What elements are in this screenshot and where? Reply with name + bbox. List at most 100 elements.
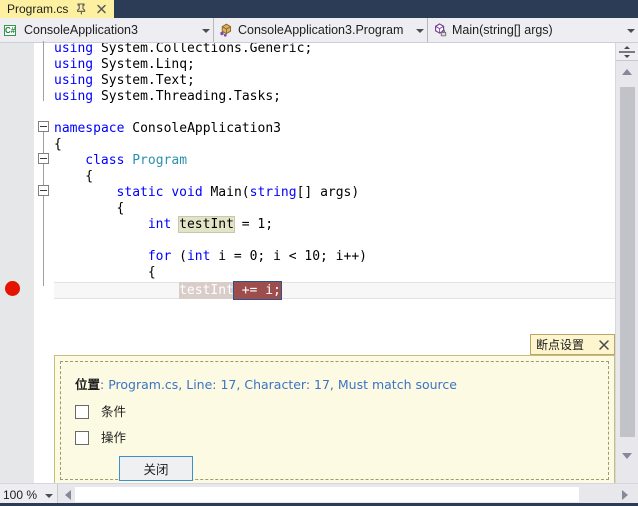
code-token: = 1; [233,217,274,232]
breakpoint-location-value[interactable]: Program.cs, Line: 17, Character: 17, Mus… [108,377,457,392]
code-token: ConsoleApplication3 [124,121,281,136]
breakpoint-condition-row[interactable]: 条件 [75,405,126,419]
code-line: namespace ConsoleApplication3 [54,121,281,137]
code-line: using System.Linq; [54,57,195,73]
code-token: int [147,217,172,232]
code-token: Program [132,153,188,168]
code-token: Main( [202,185,250,200]
horizontal-scrollbar[interactable] [59,484,638,505]
breakpoint-selected-token: += i; [232,281,282,300]
breakpoint-location-row: 位置: Program.cs, Line: 17, Character: 17,… [75,374,457,393]
breakpoint-marker-icon[interactable] [5,281,20,296]
breakpoint-location-label: 位置 [75,377,101,392]
code-token: [] args) [296,185,360,200]
scroll-left-arrow-icon[interactable] [65,490,71,500]
chevron-down-icon[interactable] [624,22,638,38]
breakpoint-action-checkbox[interactable] [75,431,89,445]
code-token: System.Text; [93,73,195,88]
scroll-up-arrow-icon[interactable] [622,69,632,75]
document-tab-label: Program.cs [7,2,69,16]
code-token: int [186,249,211,264]
project-dropdown[interactable]: C# ConsoleApplication3 [0,18,214,42]
breakpoint-location-separator: : [100,377,109,392]
breakpoint-code-line[interactable]: testInt += i; [179,281,282,300]
fold-toggle-method[interactable] [38,185,49,196]
class-icon [218,22,234,38]
code-token: static [116,185,164,200]
code-token: System.Linq; [93,57,195,72]
method-private-icon [432,22,448,38]
breakpoint-action-label: 操作 [101,430,127,445]
breakpoint-settings-title: 断点设置 [536,337,585,352]
breakpoint-condition-checkbox[interactable] [75,405,89,419]
pin-icon[interactable] [75,2,88,16]
code-token: class [85,153,125,168]
code-editor: using System.Collections.Generic; using S… [0,41,638,486]
type-dropdown[interactable]: ConsoleApplication3.Program [214,18,428,42]
fold-guide-line [43,196,44,286]
document-tab-strip: Program.cs [0,0,638,18]
zoom-level-dropdown[interactable]: 100 % [0,484,58,505]
code-line: { [54,137,62,153]
code-line: for (int i = 0; i < 10; i++) [148,249,367,265]
chevron-down-icon[interactable] [413,22,427,38]
code-token: string [249,185,297,200]
csharp-icon: C# [4,25,17,36]
fold-toggle-class[interactable] [38,153,49,164]
breakpoint-close-button[interactable]: 关闭 [119,456,193,481]
breakpoint-gutter[interactable] [0,43,34,483]
breakpoint-highlight-line [54,282,615,299]
code-token: using [54,57,94,72]
fold-guide-line [43,41,44,101]
document-tab-program-cs[interactable]: Program.cs [0,0,116,18]
chevron-down-icon[interactable] [199,22,213,38]
code-token: for [147,249,172,264]
scroll-right-arrow-icon[interactable] [622,490,628,500]
code-token: testInt [178,216,235,233]
code-line: { [85,169,93,185]
code-line: class Program [85,153,187,169]
breakpoint-settings-panel: 位置: Program.cs, Line: 17, Character: 17,… [54,355,615,486]
split-view-button[interactable] [616,43,638,61]
type-dropdown-value: ConsoleApplication3.Program [238,23,404,37]
horizontal-scrollbar-thumb[interactable] [75,487,579,502]
outlining-margin[interactable] [34,41,54,483]
code-line: { [148,265,156,281]
code-line: using System.Threading.Tasks; [54,89,281,105]
breakpoint-action-row[interactable]: 操作 [75,431,126,445]
code-line: using System.Collections.Generic; [54,43,312,57]
breakpoint-condition-label: 条件 [101,404,127,419]
code-token: namespace [54,121,125,136]
vertical-scrollbar[interactable] [615,43,638,483]
navigation-bar: C# ConsoleApplication3 ConsoleApplicatio… [0,18,638,43]
code-token: { [147,265,156,280]
vertical-scrollbar-thumb[interactable] [620,87,635,437]
code-token: { [54,137,62,152]
zoom-level-value: 100 % [3,487,38,502]
breakpoint-variable-token: testInt [179,282,234,299]
scroll-down-arrow-icon[interactable] [622,453,632,459]
code-token: using [54,43,94,56]
code-line: static void Main(string[] args) [117,185,360,201]
code-token: using [54,89,94,104]
member-dropdown-value: Main(string[] args) [452,23,553,37]
code-line: { [117,201,125,217]
code-token: { [116,201,125,216]
code-token: System.Collections.Generic; [93,43,313,56]
fold-toggle-namespace[interactable] [38,121,49,132]
close-icon[interactable] [596,337,612,353]
code-line: int testInt = 1; [147,216,274,233]
code-token: System.Threading.Tasks; [93,89,281,104]
code-token: using [54,73,94,88]
code-token: { [85,169,94,184]
code-token: i = 0; i < 10; i++) [210,249,367,264]
breakpoint-settings-header: 断点设置 [530,334,615,355]
code-line: using System.Text; [54,73,195,89]
close-icon[interactable] [95,2,108,16]
code-token: ( [171,249,187,264]
code-token: void [171,185,203,200]
chevron-down-icon[interactable] [43,487,57,503]
project-dropdown-value: ConsoleApplication3 [24,23,138,37]
member-dropdown[interactable]: Main(string[] args) [428,18,638,42]
